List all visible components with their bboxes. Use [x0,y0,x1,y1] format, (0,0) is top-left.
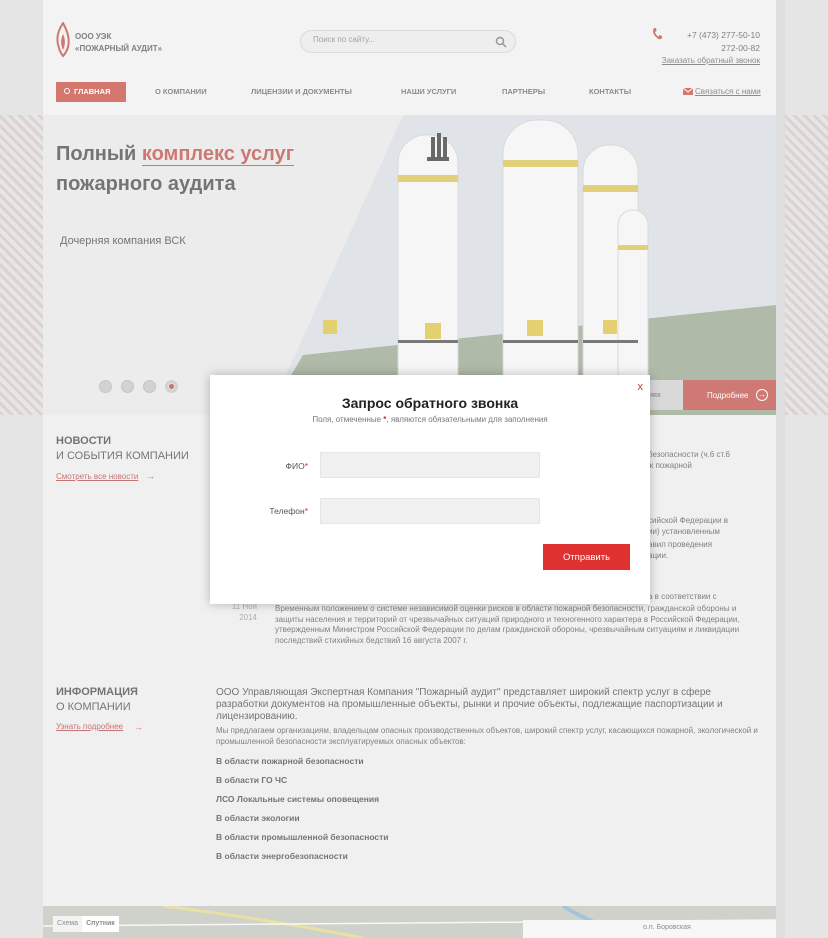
required-star: * [304,461,308,471]
modal-title: Запрос обратного звонка [341,395,519,411]
modal-required-note: Поля, отмеченные *, являются обязательны… [210,415,650,424]
note-before: Поля, отмеченные [312,415,382,424]
name-label: ФИО* [218,461,309,471]
note-after: , являются обязательными для заполнения [386,415,548,424]
phone-label: Телефон* [218,506,308,516]
phone-field[interactable] [320,498,540,524]
submit-button[interactable]: Отправить [543,544,630,570]
name-field[interactable] [320,452,540,478]
phone-label-text: Телефон [269,506,305,516]
required-star: * [304,506,308,516]
name-label-text: ФИО [285,461,305,471]
page: ООО УЭК «ПОЖАРНЫЙ АУДИТ» +7 (473) 277-50… [0,0,828,938]
callback-modal: x Запрос обратного звонка Поля, отмеченн… [210,375,650,604]
close-icon[interactable]: x [638,381,644,393]
